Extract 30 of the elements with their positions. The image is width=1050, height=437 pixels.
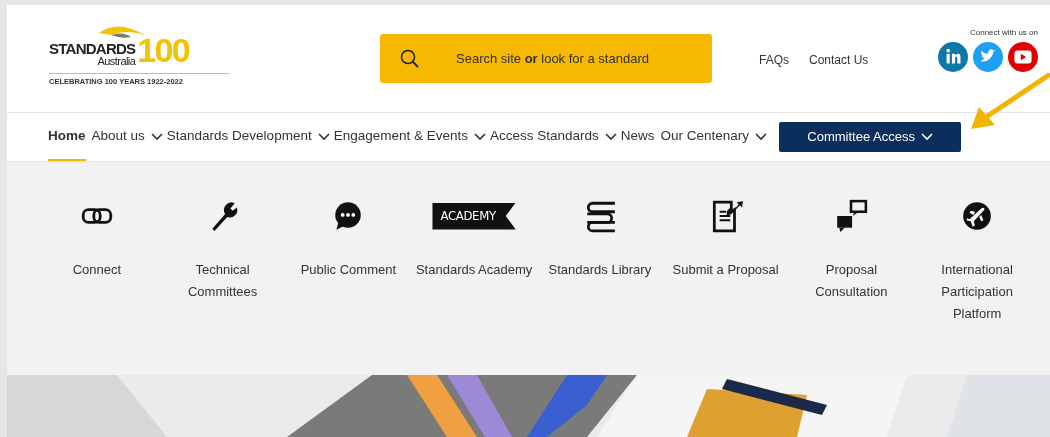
menu-link[interactable]: Technical Committees	[162, 259, 283, 303]
search-icon	[400, 48, 420, 69]
menu-link[interactable]: Connect	[72, 259, 122, 281]
menu-link[interactable]: Proposal Consultation	[791, 259, 912, 303]
menu-link[interactable]: Standards Library	[548, 259, 652, 281]
social-label: Connect with us on	[969, 27, 1038, 39]
menu-link[interactable]: Submit a Proposal	[672, 259, 779, 281]
committee-access-button[interactable]: Committee Access	[779, 122, 962, 152]
header-link[interactable]: Contact Us	[809, 51, 869, 69]
chevron-down-icon	[920, 133, 933, 141]
menu-link[interactable]: Standards Academy	[415, 259, 533, 281]
play-icon[interactable]	[1008, 42, 1038, 72]
nav-tab[interactable]: Our Centenary	[660, 113, 750, 161]
nav-tab[interactable]: About us	[91, 113, 145, 161]
nav-tab[interactable]: Engagement & Events	[333, 113, 468, 161]
bird-icon[interactable]	[973, 42, 1003, 72]
menu-link[interactable]: Public Comment	[300, 259, 397, 281]
logo-name: STANDARDS	[49, 41, 136, 57]
logo-centenary: 100	[137, 33, 189, 68]
chat-bubbles-icon	[834, 199, 869, 233]
menu-link[interactable]: International Participation Platform	[917, 259, 1038, 325]
search-field[interactable]: Search site or look for a standard	[380, 34, 712, 83]
academy-badge: ACADEMY	[432, 202, 516, 230]
nav-tab[interactable]: Standards Development	[166, 113, 312, 161]
linkedin-icon[interactable]	[938, 42, 968, 72]
header-link[interactable]: FAQs	[759, 51, 789, 69]
nav-tab[interactable]: Access Standards	[490, 113, 599, 161]
nav-tab[interactable]: News	[620, 113, 655, 161]
search-placeholder: Search site or look for a standard	[456, 49, 649, 68]
logo-subtitle: Australia	[97, 56, 136, 68]
